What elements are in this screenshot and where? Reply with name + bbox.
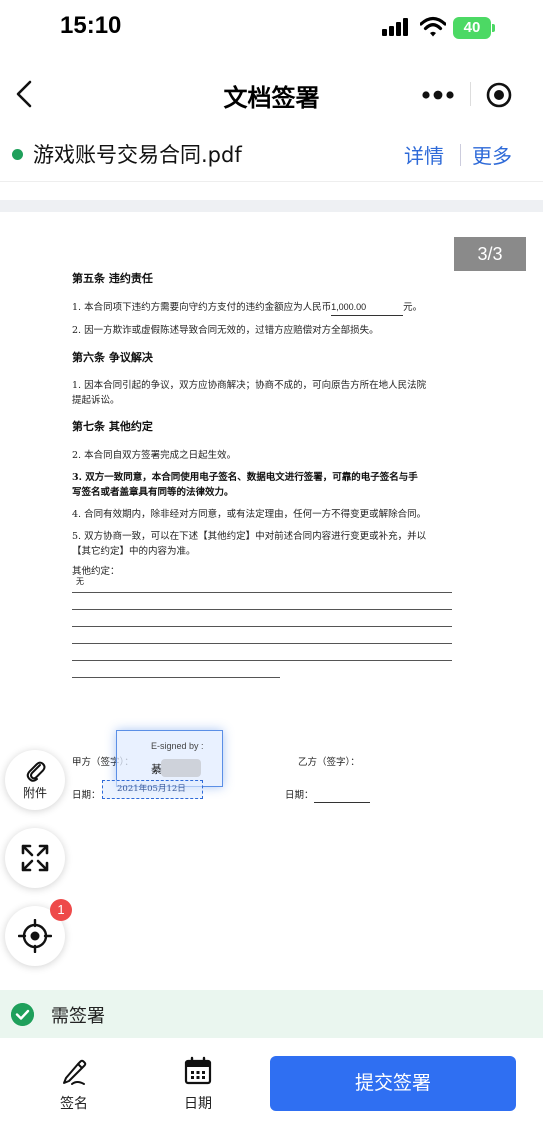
check-circle-icon — [11, 1003, 34, 1026]
wifi-icon — [420, 16, 446, 37]
rule-line — [72, 609, 452, 610]
section-5-title: 第五条 违约责任 — [72, 272, 153, 285]
paperclip-icon — [26, 761, 46, 782]
sign-status-label: 需签署 — [51, 1006, 105, 1027]
section-5-para-2: 2. 因一方欺诈或虚假陈述导致合同无效的，过错方应赔偿对方全部损失。 — [72, 325, 379, 336]
sign-status-strip: 需签署 — [0, 990, 543, 1038]
date-label-a: 日期： — [72, 790, 101, 801]
mini-program-capsule — [410, 74, 530, 114]
party-b-label: 乙方（签字）： — [298, 757, 360, 768]
section-7-para-3-line-2: 写签名或者盖章具有同等的法律效力。 — [72, 487, 234, 498]
section-7-para-5-line-2: 【其它约定】中的内容为准。 — [72, 546, 196, 557]
file-header: 游戏账号交易合同.pdf 详情 更多 — [0, 130, 543, 182]
pending-count-badge: 1 — [50, 899, 72, 921]
separator-band — [0, 200, 543, 212]
fullscreen-icon — [21, 844, 49, 872]
other-agreement-value: 无 — [76, 577, 84, 586]
capsule-divider — [470, 82, 471, 106]
rule-line — [72, 592, 452, 593]
section-6-title: 第六条 争议解决 — [72, 351, 153, 364]
signature-label: E-signed by : — [151, 741, 204, 751]
nav-bar: 文档签署 — [0, 64, 543, 124]
signature-redaction — [161, 759, 201, 777]
signature-tool-button[interactable]: 签名 — [34, 1056, 114, 1116]
page-indicator: 3/3 — [454, 237, 526, 271]
penalty-amount: 1,000.00 — [331, 300, 404, 316]
attachment-label: 附件 — [22, 786, 47, 800]
section-7-para-3-line-1: 3. 双方一致同意，本合同使用电子签名、数据电文进行签署，可靠的电子签名与手 — [72, 472, 418, 483]
section-7-para-4: 4. 合同有效期内，除非经对方同意，或有法定理由，任何一方不得变更或解除合同。 — [72, 509, 427, 520]
rule-line — [72, 677, 280, 678]
status-bar: 15:10 40 — [0, 0, 543, 56]
battery-icon: 40 — [453, 17, 495, 39]
signature-tool-label: 签名 — [60, 1096, 88, 1112]
section-5-para-1: 1. 本合同项下违约方需要向守约方支付的违约金额应为人民币1,000.00 元。 — [72, 300, 422, 316]
section-7-title: 第七条 其他约定 — [72, 420, 153, 433]
section-7-para-2: 2. 本合同自双方签署完成之日起生效。 — [72, 450, 237, 461]
signed-date-field[interactable]: 2021年05月12日 — [102, 780, 203, 799]
more-dots-icon[interactable] — [422, 90, 454, 100]
status-time: 15:10 — [60, 12, 122, 39]
attachment-button[interactable]: 附件 — [5, 750, 65, 810]
file-name: 游戏账号交易合同.pdf — [33, 143, 242, 167]
date-tool-label: 日期 — [184, 1096, 212, 1112]
bottom-action-bar: 签名 日期 提交签署 — [0, 1038, 543, 1137]
rule-line — [72, 660, 452, 661]
document-page[interactable]: 3/3 第五条 违约责任 1. 本合同项下违约方需要向守约方支付的违约金额应为人… — [0, 212, 543, 924]
detail-link[interactable]: 详情 — [404, 140, 444, 169]
chevron-left-icon[interactable] — [10, 76, 40, 112]
fullscreen-button[interactable] — [5, 828, 65, 888]
section-7-para-5-line-1: 5. 双方协商一致，可以在下述【其他约定】中对前述合同内容进行变更或补充，并以 — [72, 531, 427, 542]
date-field-b: 日期： — [285, 788, 370, 803]
signal-icon — [382, 18, 412, 36]
section-6-para-1-line-1: 1. 因本合同引起的争议，双方应协商解决；协商不成的，可向原告方所在地人民法院 — [72, 380, 427, 391]
rule-line — [72, 643, 452, 644]
status-dot-icon — [12, 149, 23, 160]
calendar-icon — [184, 1056, 212, 1085]
date-tool-button[interactable]: 日期 — [158, 1056, 238, 1116]
more-link[interactable]: 更多 — [472, 140, 512, 169]
crosshair-icon — [18, 919, 52, 953]
section-6-para-1-line-2: 提起诉讼。 — [72, 395, 120, 406]
submit-signature-button[interactable]: 提交签署 — [270, 1056, 516, 1111]
rule-line — [72, 626, 452, 627]
link-divider — [460, 144, 461, 166]
pen-icon — [63, 1059, 87, 1085]
signature-box[interactable]: E-signed by : 綦 — [116, 730, 223, 787]
target-close-icon[interactable] — [486, 82, 512, 108]
date-label-b: 日期： — [285, 790, 314, 801]
